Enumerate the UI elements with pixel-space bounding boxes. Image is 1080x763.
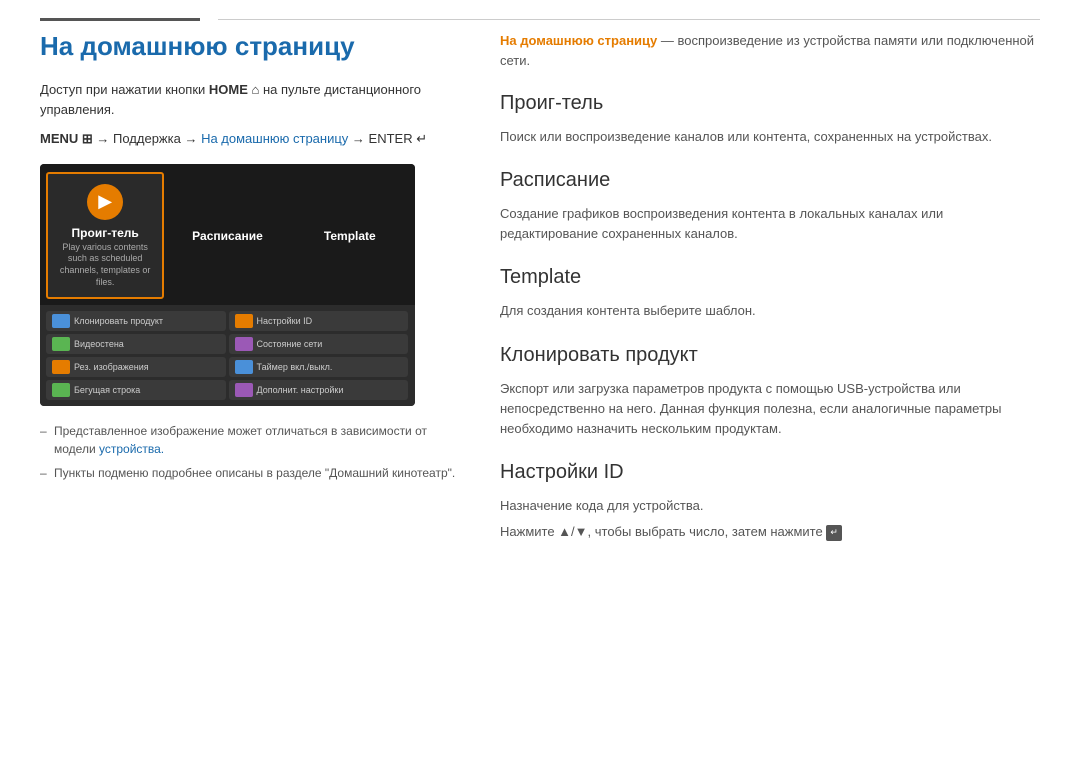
network-icon	[235, 337, 253, 351]
section-proigratel-body: Поиск или воспроизведение каналов или ко…	[500, 127, 1040, 147]
tv-menu-template[interactable]: Template	[291, 172, 409, 299]
img-icon	[52, 360, 70, 374]
tv-bottom-id[interactable]: Настройки ID	[229, 311, 409, 331]
page-title: На домашнюю страницу	[40, 31, 460, 62]
tv-bottom-videowall[interactable]: Видеостена	[46, 334, 226, 354]
tv-bottom-ticker[interactable]: Бегущая строка	[46, 380, 226, 400]
menu-bold: MENU ⊞	[40, 131, 93, 146]
section-raspisanie-title: Расписание	[500, 169, 1040, 196]
left-column: На домашнюю страницу Доступ при нажатии …	[40, 31, 460, 564]
img-text: Рез. изображения	[74, 362, 149, 372]
tv-bottom-network[interactable]: Состояние сети	[229, 334, 409, 354]
section-nastrojki-body2: Нажмите ▲/▼, чтобы выбрать число, затем …	[500, 522, 1040, 542]
section-nastrojki-body1: Назначение кода для устройства.	[500, 496, 1040, 516]
settings-icon	[235, 383, 253, 397]
ticker-icon	[52, 383, 70, 397]
nastrojki-instruction: Нажмите ▲/▼, чтобы выбрать число, затем …	[500, 524, 826, 539]
section-raspisanie: Расписание Создание графиков воспроизвед…	[500, 169, 1040, 244]
id-text: Настройки ID	[257, 316, 313, 326]
id-icon	[235, 314, 253, 328]
menu-path: MENU ⊞ → Поддержка → На домашнюю страниц…	[40, 129, 460, 150]
top-bar-right-line	[218, 19, 1040, 20]
videowall-text: Видеостена	[74, 339, 124, 349]
section-template: Template Для создания контента выберите …	[500, 266, 1040, 321]
tv-bottom-row: Клонировать продукт Настройки ID Видеост…	[40, 305, 415, 406]
raspisanie-label: Расписание	[192, 229, 263, 243]
top-bar-left-line	[40, 18, 200, 21]
tv-menu-proigratel[interactable]: ▶ Проиг-тель Play various contents such …	[46, 172, 164, 299]
tv-bottom-settings[interactable]: Дополнит. настройки	[229, 380, 409, 400]
right-column: На домашнюю страницу — воспроизведение и…	[500, 31, 1040, 564]
tv-bottom-img[interactable]: Рез. изображения	[46, 357, 226, 377]
menu-end: → ENTER ↵	[352, 131, 427, 146]
tv-menu-row: ▶ Проиг-тель Play various contents such …	[40, 164, 415, 305]
section-template-body: Для создания контента выберите шаблон.	[500, 301, 1040, 321]
note-2-text: Пункты подменю подробнее описаны в разде…	[54, 466, 455, 480]
network-text: Состояние сети	[257, 339, 323, 349]
ticker-text: Бегущая строка	[74, 385, 140, 395]
section-nastrojki: Настройки ID Назначение кода для устройс…	[500, 461, 1040, 542]
videowall-icon	[52, 337, 70, 351]
right-header-note: На домашнюю страницу — воспроизведение и…	[500, 31, 1040, 70]
section-nastrojki-title: Настройки ID	[500, 461, 1040, 488]
menu-link: На домашнюю страницу	[201, 131, 348, 146]
tv-bottom-clone[interactable]: Клонировать продукт	[46, 311, 226, 331]
intro-content: Доступ при нажатии кнопки HOME ⌂ на пуль…	[40, 82, 421, 117]
menu-arrow1: → Поддержка →	[96, 131, 201, 146]
proigratel-label: Проиг-тель	[72, 226, 139, 240]
section-proigratel-title: Проиг-тель	[500, 92, 1040, 119]
section-raspisanie-body: Создание графиков воспроизведения контен…	[500, 204, 1040, 244]
template-label: Template	[324, 229, 376, 243]
header-link: На домашнюю страницу	[500, 33, 657, 48]
settings-text: Дополнит. настройки	[257, 385, 344, 395]
proigratel-sublabel: Play various contents such as scheduled …	[52, 242, 158, 289]
tv-screenshot: ▶ Проиг-тель Play various contents such …	[40, 164, 415, 406]
timer-text: Таймер вкл./выкл.	[257, 362, 333, 372]
section-proigratel: Проиг-тель Поиск или воспроизведение кан…	[500, 92, 1040, 147]
enter-icon: ↵	[826, 525, 842, 541]
tv-menu-raspisanie[interactable]: Расписание	[168, 172, 286, 299]
proigratel-icon: ▶	[87, 184, 123, 220]
tv-bottom-timer[interactable]: Таймер вкл./выкл.	[229, 357, 409, 377]
section-clone: Клонировать продукт Экспорт или загрузка…	[500, 344, 1040, 439]
note-1-link: устройства.	[99, 442, 164, 456]
section-clone-body: Экспорт или загрузка параметров продукта…	[500, 379, 1040, 439]
clone-text: Клонировать продукт	[74, 316, 163, 326]
main-content: На домашнюю страницу Доступ при нажатии …	[0, 31, 1080, 564]
top-bar	[0, 0, 1080, 21]
intro-text: Доступ при нажатии кнопки HOME ⌂ на пуль…	[40, 80, 460, 119]
note-1: Представленное изображение может отличат…	[40, 422, 460, 458]
section-clone-title: Клонировать продукт	[500, 344, 1040, 371]
section-template-title: Template	[500, 266, 1040, 293]
note-1-text: Представленное изображение может отличат…	[54, 424, 427, 456]
notes-list: Представленное изображение может отличат…	[40, 422, 460, 482]
clone-icon	[52, 314, 70, 328]
timer-icon	[235, 360, 253, 374]
note-2: Пункты подменю подробнее описаны в разде…	[40, 464, 460, 482]
